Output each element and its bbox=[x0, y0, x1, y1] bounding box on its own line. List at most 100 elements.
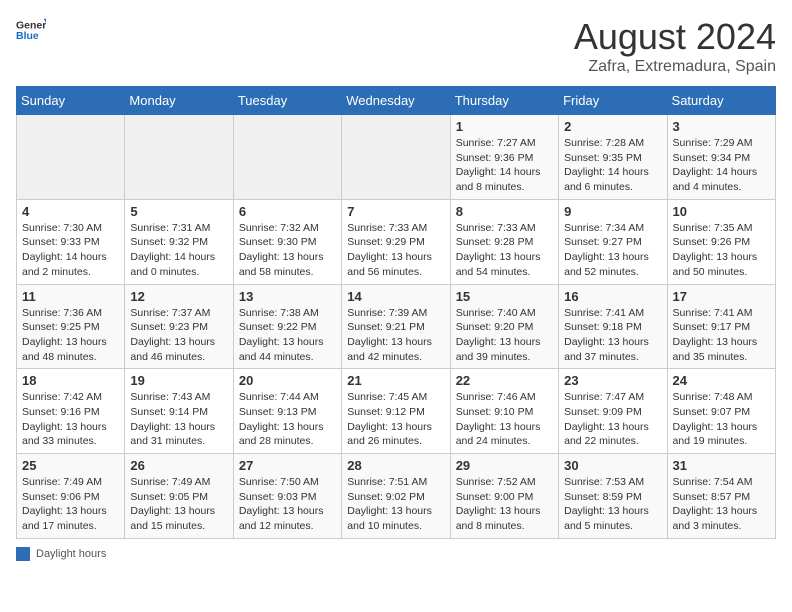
day-cell: 19 Sunrise: 7:43 AMSunset: 9:14 PMDayligh… bbox=[125, 369, 233, 454]
day-info: Sunrise: 7:40 AMSunset: 9:20 PMDaylight:… bbox=[456, 306, 553, 365]
day-number: 13 bbox=[239, 289, 336, 304]
week-row-5: 25Sunrise: 7:49 AMSunset: 9:06 PMDayligh… bbox=[17, 454, 776, 539]
day-info: Sunrise: 7:32 AMSunset: 9:30 PMDaylight:… bbox=[239, 221, 336, 280]
day-cell: 23 Sunrise: 7:47 AMSunset: 9:09 PMDayligh… bbox=[559, 369, 667, 454]
day-cell: 4Sunrise: 7:30 AMSunset: 9:33 PMDaylight… bbox=[17, 199, 125, 284]
day-number: 17 bbox=[673, 289, 770, 304]
legend: Daylight hours bbox=[16, 547, 776, 561]
day-cell bbox=[233, 115, 341, 200]
day-cell: 1Sunrise: 7:27 AMSunset: 9:36 PMDaylight… bbox=[450, 115, 558, 200]
day-number: 29 bbox=[456, 458, 553, 473]
day-cell: 24Sunrise: 7:48 AMSunset: 9:07 PMDayligh… bbox=[667, 369, 775, 454]
day-cell: 8Sunrise: 7:33 AMSunset: 9:28 PMDaylight… bbox=[450, 199, 558, 284]
day-cell bbox=[342, 115, 450, 200]
header-row: SundayMondayTuesdayWednesdayThursdayFrid… bbox=[17, 87, 776, 115]
main-title: August 2024 bbox=[574, 16, 776, 58]
day-info: Sunrise: 7:49 AMSunset: 9:05 PMDaylight:… bbox=[130, 475, 227, 534]
header-cell-friday: Friday bbox=[559, 87, 667, 115]
day-cell: 15 Sunrise: 7:40 AMSunset: 9:20 PMDayligh… bbox=[450, 284, 558, 369]
day-number: 20 bbox=[239, 373, 336, 388]
logo: General Blue bbox=[16, 16, 46, 44]
week-row-3: 11 Sunrise: 7:36 AMSunset: 9:25 PMDayligh… bbox=[17, 284, 776, 369]
day-info: Sunrise: 7:39 AMSunset: 9:21 PMDaylight:… bbox=[347, 306, 444, 365]
day-cell: 16Sunrise: 7:41 AMSunset: 9:18 PMDayligh… bbox=[559, 284, 667, 369]
day-info: Sunrise: 7:49 AMSunset: 9:06 PMDaylight:… bbox=[22, 475, 119, 534]
logo-icon: General Blue bbox=[16, 16, 46, 44]
day-cell: 18Sunrise: 7:42 AMSunset: 9:16 PMDayligh… bbox=[17, 369, 125, 454]
day-info: Sunrise: 7:50 AMSunset: 9:03 PMDaylight:… bbox=[239, 475, 336, 534]
day-number: 15 bbox=[456, 289, 553, 304]
day-info: Sunrise: 7:29 AMSunset: 9:34 PMDaylight:… bbox=[673, 136, 770, 195]
header-cell-thursday: Thursday bbox=[450, 87, 558, 115]
day-info: Sunrise: 7:41 AMSunset: 9:18 PMDaylight:… bbox=[564, 306, 661, 365]
day-cell: 7 Sunrise: 7:33 AMSunset: 9:29 PMDaylight… bbox=[342, 199, 450, 284]
title-block: August 2024 Zafra, Extremadura, Spain bbox=[574, 16, 776, 76]
day-number: 14 bbox=[347, 289, 444, 304]
day-cell: 31Sunrise: 7:54 AMSunset: 8:57 PMDayligh… bbox=[667, 454, 775, 539]
day-number: 2 bbox=[564, 119, 661, 134]
legend-label: Daylight hours bbox=[36, 548, 106, 560]
day-cell: 29Sunrise: 7:52 AMSunset: 9:00 PMDayligh… bbox=[450, 454, 558, 539]
day-cell: 25Sunrise: 7:49 AMSunset: 9:06 PMDayligh… bbox=[17, 454, 125, 539]
day-number: 10 bbox=[673, 204, 770, 219]
day-info: Sunrise: 7:31 AMSunset: 9:32 PMDaylight:… bbox=[130, 221, 227, 280]
day-number: 1 bbox=[456, 119, 553, 134]
day-number: 11 bbox=[22, 289, 119, 304]
day-cell: 28Sunrise: 7:51 AMSunset: 9:02 PMDayligh… bbox=[342, 454, 450, 539]
calendar-header: SundayMondayTuesdayWednesdayThursdayFrid… bbox=[17, 87, 776, 115]
day-number: 19 bbox=[130, 373, 227, 388]
svg-text:Blue: Blue bbox=[16, 30, 39, 42]
header: General Blue August 2024 Zafra, Extremad… bbox=[16, 16, 776, 76]
day-number: 23 bbox=[564, 373, 661, 388]
day-number: 21 bbox=[347, 373, 444, 388]
day-info: Sunrise: 7:36 AMSunset: 9:25 PMDaylight:… bbox=[22, 306, 119, 365]
day-info: Sunrise: 7:30 AMSunset: 9:33 PMDaylight:… bbox=[22, 221, 119, 280]
day-cell bbox=[125, 115, 233, 200]
day-number: 6 bbox=[239, 204, 336, 219]
day-cell: 12Sunrise: 7:37 AMSunset: 9:23 PMDayligh… bbox=[125, 284, 233, 369]
legend-color-box bbox=[16, 547, 30, 561]
day-number: 8 bbox=[456, 204, 553, 219]
day-info: Sunrise: 7:28 AMSunset: 9:35 PMDaylight:… bbox=[564, 136, 661, 195]
day-info: Sunrise: 7:53 AMSunset: 8:59 PMDaylight:… bbox=[564, 475, 661, 534]
header-cell-monday: Monday bbox=[125, 87, 233, 115]
day-number: 31 bbox=[673, 458, 770, 473]
day-number: 28 bbox=[347, 458, 444, 473]
day-cell: 17Sunrise: 7:41 AMSunset: 9:17 PMDayligh… bbox=[667, 284, 775, 369]
day-cell: 9 Sunrise: 7:34 AMSunset: 9:27 PMDaylight… bbox=[559, 199, 667, 284]
day-number: 3 bbox=[673, 119, 770, 134]
day-cell bbox=[17, 115, 125, 200]
day-cell: 6 Sunrise: 7:32 AMSunset: 9:30 PMDaylight… bbox=[233, 199, 341, 284]
header-cell-tuesday: Tuesday bbox=[233, 87, 341, 115]
day-info: Sunrise: 7:47 AMSunset: 9:09 PMDaylight:… bbox=[564, 390, 661, 449]
day-number: 18 bbox=[22, 373, 119, 388]
day-number: 22 bbox=[456, 373, 553, 388]
day-info: Sunrise: 7:33 AMSunset: 9:29 PMDaylight:… bbox=[347, 221, 444, 280]
day-number: 30 bbox=[564, 458, 661, 473]
day-cell: 10Sunrise: 7:35 AMSunset: 9:26 PMDayligh… bbox=[667, 199, 775, 284]
day-info: Sunrise: 7:34 AMSunset: 9:27 PMDaylight:… bbox=[564, 221, 661, 280]
day-number: 27 bbox=[239, 458, 336, 473]
subtitle: Zafra, Extremadura, Spain bbox=[574, 58, 776, 76]
day-cell: 20 Sunrise: 7:44 AMSunset: 9:13 PMDayligh… bbox=[233, 369, 341, 454]
week-row-1: 1Sunrise: 7:27 AMSunset: 9:36 PMDaylight… bbox=[17, 115, 776, 200]
day-number: 9 bbox=[564, 204, 661, 219]
week-row-2: 4Sunrise: 7:30 AMSunset: 9:33 PMDaylight… bbox=[17, 199, 776, 284]
header-cell-wednesday: Wednesday bbox=[342, 87, 450, 115]
day-cell: 14 Sunrise: 7:39 AMSunset: 9:21 PMDayligh… bbox=[342, 284, 450, 369]
day-number: 7 bbox=[347, 204, 444, 219]
day-info: Sunrise: 7:38 AMSunset: 9:22 PMDaylight:… bbox=[239, 306, 336, 365]
day-cell: 2 Sunrise: 7:28 AMSunset: 9:35 PMDaylight… bbox=[559, 115, 667, 200]
day-number: 12 bbox=[130, 289, 227, 304]
day-info: Sunrise: 7:45 AMSunset: 9:12 PMDaylight:… bbox=[347, 390, 444, 449]
day-number: 5 bbox=[130, 204, 227, 219]
calendar-table: SundayMondayTuesdayWednesdayThursdayFrid… bbox=[16, 86, 776, 539]
day-cell: 5 Sunrise: 7:31 AMSunset: 9:32 PMDaylight… bbox=[125, 199, 233, 284]
day-cell: 21 Sunrise: 7:45 AMSunset: 9:12 PMDayligh… bbox=[342, 369, 450, 454]
day-info: Sunrise: 7:44 AMSunset: 9:13 PMDaylight:… bbox=[239, 390, 336, 449]
day-number: 24 bbox=[673, 373, 770, 388]
day-cell: 27 Sunrise: 7:50 AMSunset: 9:03 PMDayligh… bbox=[233, 454, 341, 539]
day-cell: 11 Sunrise: 7:36 AMSunset: 9:25 PMDayligh… bbox=[17, 284, 125, 369]
day-info: Sunrise: 7:46 AMSunset: 9:10 PMDaylight:… bbox=[456, 390, 553, 449]
day-info: Sunrise: 7:43 AMSunset: 9:14 PMDaylight:… bbox=[130, 390, 227, 449]
